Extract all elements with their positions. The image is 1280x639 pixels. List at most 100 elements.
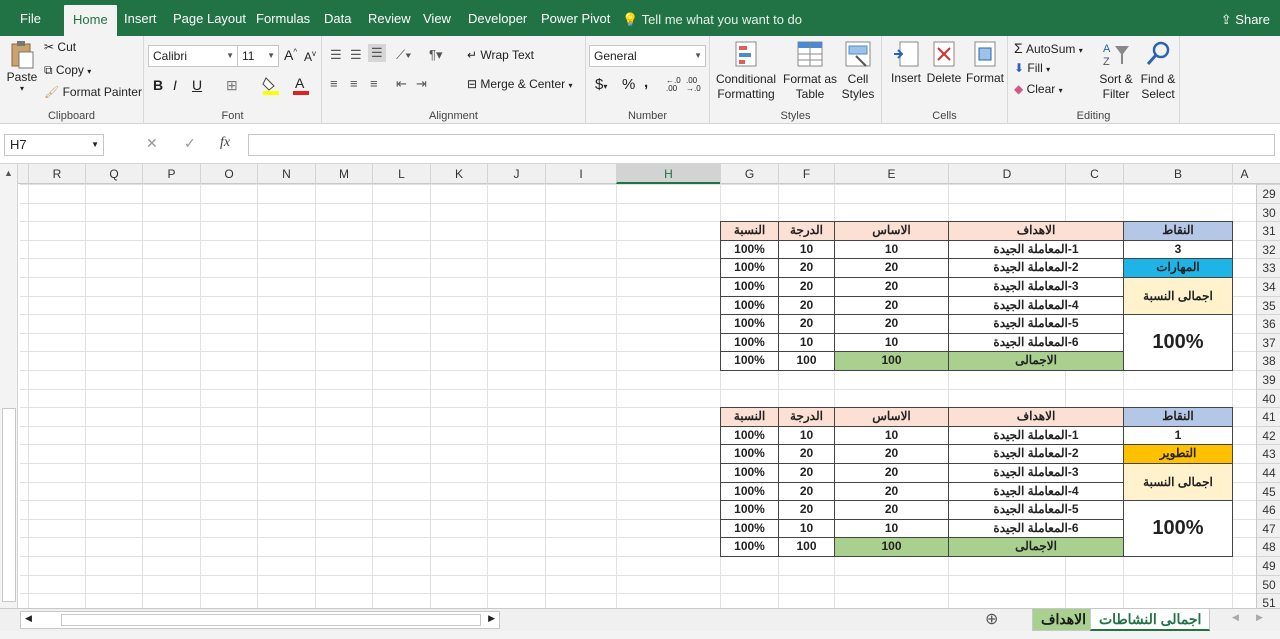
row-header-45[interactable]: 45: [1257, 481, 1280, 501]
cut-button[interactable]: ✂ Cut: [44, 40, 76, 54]
increase-font-icon[interactable]: A^: [284, 47, 297, 63]
goal-cell[interactable]: 1-المعاملة الجيدة: [948, 425, 1124, 446]
column-header-q[interactable]: Q: [85, 164, 142, 184]
paste-button[interactable]: Paste ▾: [6, 40, 38, 93]
add-sheet-icon[interactable]: ⊕: [985, 609, 998, 629]
goal-cell[interactable]: 1-المعاملة الجيدة: [948, 239, 1124, 260]
column-header-c[interactable]: C: [1065, 164, 1123, 184]
header-goals[interactable]: الاهداف: [948, 221, 1124, 241]
select-all-corner[interactable]: [1256, 164, 1280, 184]
tab-review[interactable]: Review: [359, 0, 420, 36]
tab-insert[interactable]: Insert: [115, 0, 166, 36]
goal-cell[interactable]: 4-المعاملة الجيدة: [948, 481, 1124, 502]
goal-cell[interactable]: 5-المعاملة الجيدة: [948, 314, 1124, 334]
row-header-30[interactable]: 30: [1257, 202, 1280, 222]
increase-indent-icon[interactable]: ⇥: [416, 76, 427, 92]
ratio-cell[interactable]: 100%: [720, 463, 779, 483]
column-header-n[interactable]: N: [257, 164, 315, 184]
cancel-icon[interactable]: ✕: [146, 135, 158, 152]
ratio-cell[interactable]: 100%: [720, 314, 779, 334]
column-header-j[interactable]: J: [487, 164, 545, 184]
column-header-f[interactable]: F: [778, 164, 834, 184]
align-center-icon[interactable]: ≡: [350, 76, 358, 91]
tab-home[interactable]: Home: [64, 5, 117, 36]
confirm-icon[interactable]: ✓: [184, 135, 196, 152]
basis-cell[interactable]: 20: [834, 444, 949, 464]
row-header-50[interactable]: 50: [1257, 574, 1280, 594]
row-header-43[interactable]: 43: [1257, 444, 1280, 463]
ratio-cell[interactable]: 100%: [720, 425, 779, 446]
column-header-b[interactable]: B: [1123, 164, 1232, 184]
number-format-select[interactable]: General ▼: [589, 45, 706, 67]
bold-button[interactable]: B: [153, 77, 163, 93]
header-goals[interactable]: الاهداف: [948, 407, 1124, 427]
grade-cell[interactable]: 20: [778, 463, 835, 483]
comma-button[interactable]: ,: [644, 74, 648, 91]
decrease-decimal-icon[interactable]: .00 →.0: [686, 77, 701, 93]
formula-input[interactable]: [248, 134, 1275, 156]
autosum-button[interactable]: Σ AutoSum ▾: [1014, 40, 1083, 56]
total-basis[interactable]: 100: [834, 537, 949, 557]
total-ratio-value[interactable]: 100%: [1123, 314, 1233, 371]
goal-cell[interactable]: 5-المعاملة الجيدة: [948, 500, 1124, 520]
tab-data[interactable]: Data: [315, 0, 360, 36]
font-color-button[interactable]: A: [292, 75, 310, 98]
row-header-35[interactable]: 35: [1257, 295, 1280, 315]
align-bottom-icon[interactable]: ☰: [368, 44, 386, 62]
grade-cell[interactable]: 20: [778, 295, 835, 316]
header-ratio[interactable]: النسبة: [720, 407, 779, 427]
name-box[interactable]: H7 ▼: [4, 134, 104, 156]
format-painter-button[interactable]: 🖌 Format Painter: [44, 85, 142, 99]
format-cells-button[interactable]: Format: [966, 40, 1004, 85]
vertical-scrollbar[interactable]: ▲: [0, 164, 18, 608]
header-basis[interactable]: الاساس: [834, 221, 949, 241]
grade-cell[interactable]: 20: [778, 500, 835, 520]
basis-cell[interactable]: 20: [834, 277, 949, 297]
wrap-text-button[interactable]: ↵ Wrap Text: [467, 48, 534, 62]
row-header-39[interactable]: 39: [1257, 370, 1280, 389]
basis-cell[interactable]: 20: [834, 500, 949, 520]
orientation-icon[interactable]: ⟋▾: [396, 47, 411, 63]
tab-formulas[interactable]: Formulas: [247, 0, 319, 36]
tab-power-pivot[interactable]: Power Pivot: [532, 0, 619, 36]
row-header-40[interactable]: 40: [1257, 388, 1280, 408]
fill-button[interactable]: ⬇ Fill ▾: [1014, 61, 1050, 75]
basis-cell[interactable]: 10: [834, 425, 949, 446]
grade-cell[interactable]: 10: [778, 239, 835, 260]
grade-cell[interactable]: 20: [778, 481, 835, 502]
paste-dropdown-icon[interactable]: ▾: [6, 84, 38, 93]
basis-cell[interactable]: 10: [834, 332, 949, 353]
column-header-k[interactable]: K: [430, 164, 487, 184]
row-header-34[interactable]: 34: [1257, 277, 1280, 296]
tab-file[interactable]: File: [11, 0, 50, 36]
header-grade[interactable]: الدرجة: [778, 407, 835, 427]
category-label[interactable]: المهارات: [1123, 258, 1233, 278]
goal-cell[interactable]: 6-المعاملة الجيدة: [948, 518, 1124, 539]
tab-view[interactable]: View: [414, 0, 460, 36]
fill-color-button[interactable]: [262, 75, 280, 98]
decrease-font-icon[interactable]: Av: [304, 49, 316, 64]
column-header-h[interactable]: H: [616, 164, 720, 184]
goal-cell[interactable]: 3-المعاملة الجيدة: [948, 463, 1124, 483]
total-label[interactable]: الاجمالى: [948, 537, 1124, 557]
row-header-42[interactable]: 42: [1257, 425, 1280, 445]
total-ratio-value[interactable]: 100%: [1123, 500, 1233, 557]
percent-button[interactable]: %: [622, 76, 635, 93]
cell-styles-button[interactable]: Cell Styles: [838, 40, 878, 102]
insert-function-button[interactable]: fx: [220, 135, 230, 151]
row-header-31[interactable]: 31: [1257, 221, 1280, 240]
column-header-l[interactable]: L: [372, 164, 430, 184]
column-header-g[interactable]: G: [720, 164, 778, 184]
font-name-select[interactable]: Calibri ▼: [148, 45, 238, 67]
row-header-48[interactable]: 48: [1257, 537, 1280, 556]
ratio-cell[interactable]: 100%: [720, 258, 779, 278]
category-label[interactable]: التطوير: [1123, 444, 1233, 464]
ratio-cell[interactable]: 100%: [720, 239, 779, 260]
scroll-right-icon[interactable]: ▶: [488, 613, 495, 624]
tell-me-search[interactable]: 💡 Tell me what you want to do: [622, 0, 802, 36]
row-header-29[interactable]: 29: [1257, 184, 1280, 203]
row-header-37[interactable]: 37: [1257, 332, 1280, 352]
align-top-icon[interactable]: ☰: [330, 47, 342, 63]
goal-cell[interactable]: 2-المعاملة الجيدة: [948, 258, 1124, 278]
ratio-cell[interactable]: 100%: [720, 295, 779, 316]
